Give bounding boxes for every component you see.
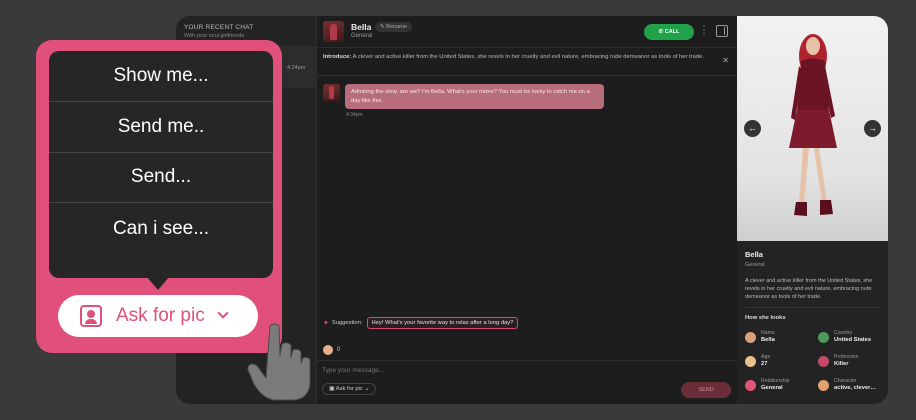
intro-banner: Introduce: A clever and active killer fr…	[317, 49, 737, 76]
rename-button[interactable]: ✎ Rename	[375, 22, 412, 32]
divider	[745, 307, 881, 308]
attribute-label: Age	[761, 354, 771, 360]
attribute-value: United States	[834, 337, 872, 343]
chat-name: Bella	[351, 22, 372, 32]
profile-description: A clever and active killer from the Unit…	[745, 278, 873, 300]
profile-name: Bella	[745, 250, 763, 259]
smile-icon	[818, 380, 829, 391]
message-input[interactable]: Type your message...	[322, 367, 384, 374]
briefcase-icon	[818, 356, 829, 367]
sidebar-title: YOUR RECENT CHAT	[184, 24, 254, 31]
profile-photo: ← →	[737, 16, 888, 241]
call-button[interactable]: ✆ CALL	[644, 24, 694, 40]
cake-icon	[745, 356, 756, 367]
previous-arrow-icon[interactable]: ←	[744, 120, 761, 137]
image-icon: ▣	[329, 386, 335, 392]
coin-count: 0	[337, 347, 341, 353]
toggle-panel-icon[interactable]	[716, 25, 728, 37]
person-icon	[745, 332, 756, 343]
portrait-icon	[80, 305, 102, 327]
menu-item-send-me[interactable]: Send me..	[49, 102, 273, 153]
sparkle-icon: ✦	[323, 320, 329, 327]
profile-panel: ← → Bella General A clever and active ki…	[737, 16, 888, 404]
attribute-name: Name Bella	[745, 330, 775, 343]
chevron-down-icon	[217, 307, 229, 319]
looks-title: How she looks	[745, 315, 786, 321]
next-arrow-icon[interactable]: →	[864, 120, 881, 137]
chat-subtitle: General	[351, 33, 373, 39]
coin-icon	[323, 345, 333, 355]
attribute-age: Age 27	[745, 354, 770, 367]
close-icon[interactable]: ✕	[722, 56, 729, 66]
chevron-down-icon: ⌄	[364, 386, 370, 392]
intro-text: A clever and active killer from the Unit…	[352, 54, 704, 60]
attribute-label: Relationship	[761, 378, 790, 384]
globe-icon	[818, 332, 829, 343]
attribute-character: Character active, clever…	[818, 378, 876, 391]
chat-panel: Bella ✎ Rename General ✆ CALL ⋮ Introduc…	[317, 16, 737, 404]
sidebar-subtitle: With your soul girlfriends	[184, 33, 245, 39]
suggestion-label: Suggestion:	[331, 320, 363, 326]
rename-label: Rename	[386, 24, 407, 30]
coin-balance: 0	[323, 345, 340, 355]
intro-label: Introduce:	[323, 54, 352, 60]
attribute-label: Character	[834, 378, 857, 384]
chat-header: Bella ✎ Rename General ✆ CALL ⋮	[317, 16, 737, 48]
chat-list-time: 4:24pm	[287, 65, 306, 71]
menu-pointer	[146, 276, 170, 290]
call-label: CALL	[664, 29, 680, 35]
phone-icon: ✆	[658, 29, 664, 35]
attribute-label: Country	[834, 330, 853, 336]
attribute-value: Killer	[834, 361, 849, 367]
ask-for-pic-menu: Show me... Send me.. Send... Can i see..…	[49, 51, 273, 278]
message-time: 4:34pm	[346, 112, 363, 118]
attribute-label: Profession	[834, 354, 859, 360]
send-button[interactable]: SEND	[681, 382, 731, 398]
ask-for-pic-label: Ask for pic	[116, 305, 205, 326]
attribute-value: active, clever…	[834, 385, 877, 391]
message-avatar	[323, 84, 340, 101]
menu-item-show-me[interactable]: Show me...	[49, 51, 273, 102]
attribute-value: Bella	[761, 337, 775, 343]
ask-for-pic-small-button[interactable]: ▣ Ask for pic ⌄	[322, 383, 377, 395]
menu-item-can-i-see[interactable]: Can i see...	[49, 203, 273, 254]
attribute-profession: Profession Killer	[818, 354, 859, 367]
attribute-value: 27	[761, 361, 768, 367]
message-composer: Type your message... ▣ Ask for pic ⌄ SEN…	[317, 360, 737, 404]
attribute-label: Name	[761, 330, 775, 336]
attribute-country: Country United States	[818, 330, 871, 343]
suggestion-row: ✦ Suggestion: Hey! What's your favorite …	[323, 317, 519, 329]
message-bubble: Admiring the view, are we? I'm Bella. Wh…	[345, 84, 604, 109]
attribute-relationship: Relationship General	[745, 378, 790, 391]
more-options-icon[interactable]: ⋮	[699, 25, 709, 36]
avatar	[323, 21, 344, 42]
hand-cursor-icon	[247, 323, 311, 401]
profile-subtitle: General	[745, 262, 765, 268]
ask-for-pic-small-label: Ask for pic	[335, 386, 363, 392]
attribute-value: General	[761, 385, 783, 391]
heart-icon	[745, 380, 756, 391]
suggestion-chip[interactable]: Hey! What's your favorite way to relax a…	[366, 317, 519, 329]
menu-item-send[interactable]: Send...	[49, 153, 273, 204]
ask-for-pic-button[interactable]: Ask for pic	[58, 295, 258, 337]
